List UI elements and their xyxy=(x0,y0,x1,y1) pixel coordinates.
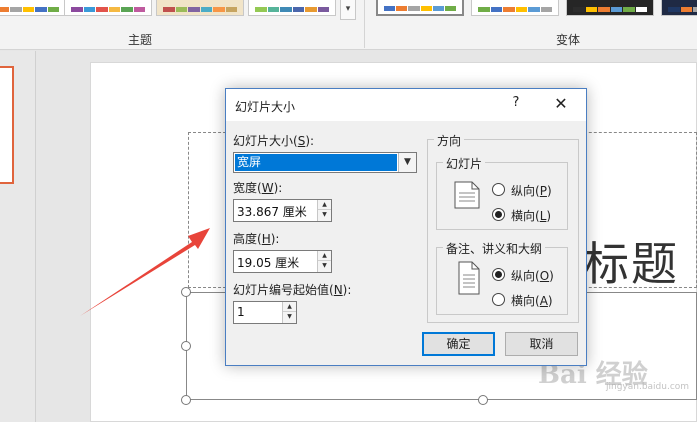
slide-size-dropdown[interactable]: 宽屏 ▼ xyxy=(233,152,417,173)
close-button[interactable]: ✕ xyxy=(551,94,571,114)
slide-size-label: 幻灯片大小(S): xyxy=(233,134,315,148)
slide-size-dialog: 幻灯片大小 ? ✕ 幻灯片大小(S): 宽屏 ▼ 宽度(W): 33.867 厘… xyxy=(225,88,587,366)
height-stepper[interactable]: 19.05 厘米 ▲ ▼ xyxy=(233,250,332,273)
slides-portrait-label: 纵向(P) xyxy=(511,184,552,198)
cancel-button[interactable]: 取消 xyxy=(505,332,578,356)
width-value: 33.867 厘米 xyxy=(237,205,307,219)
slides-landscape-radio[interactable] xyxy=(492,208,505,221)
slides-portrait-radio[interactable] xyxy=(492,183,505,196)
notes-portrait-label: 纵向(O) xyxy=(511,269,554,283)
height-spin-buttons: ▲ ▼ xyxy=(317,251,331,272)
watermark-url: jingyan.baidu.com xyxy=(606,382,690,392)
height-value: 19.05 厘米 xyxy=(237,256,300,270)
width-label: 宽度(W): xyxy=(233,181,283,195)
spin-down-icon[interactable]: ▼ xyxy=(318,261,331,271)
ok-button[interactable]: 确定 xyxy=(422,332,495,356)
notes-page-icon xyxy=(458,261,480,295)
powerpoint-window: ▾ 主题 变体 标题 Bai 经验 jingyan.baidu.com 幻灯片大… xyxy=(0,0,697,422)
portrait-page-icon xyxy=(454,181,480,209)
start-number-spin-buttons: ▲ ▼ xyxy=(282,302,296,323)
slides-legend: 幻灯片 xyxy=(443,155,486,172)
help-button[interactable]: ? xyxy=(509,95,523,110)
orientation-legend: 方向 xyxy=(434,132,465,149)
spin-up-icon[interactable]: ▲ xyxy=(283,302,296,312)
slides-orientation-group: 幻灯片 纵向(P) 横向(L) xyxy=(436,155,568,230)
start-number-label: 幻灯片编号起始值(N): xyxy=(233,283,352,297)
width-spin-buttons: ▲ ▼ xyxy=(317,200,331,221)
slide-size-value: 宽屏 xyxy=(235,154,397,171)
start-number-stepper[interactable]: 1 ▲ ▼ xyxy=(233,301,297,324)
dialog-titlebar[interactable]: 幻灯片大小 ? ✕ xyxy=(226,89,586,121)
spin-down-icon[interactable]: ▼ xyxy=(318,210,331,220)
notes-legend: 备注、讲义和大纲 xyxy=(443,240,546,257)
spin-up-icon[interactable]: ▲ xyxy=(318,200,331,210)
notes-landscape-radio[interactable] xyxy=(492,293,505,306)
slides-landscape-label: 横向(L) xyxy=(511,209,552,223)
start-number-value: 1 xyxy=(237,305,245,319)
arrow-shape xyxy=(80,228,210,316)
chevron-down-icon[interactable]: ▼ xyxy=(398,153,416,172)
width-stepper[interactable]: 33.867 厘米 ▲ ▼ xyxy=(233,199,332,222)
notes-orientation-group: 备注、讲义和大纲 纵向(O) 横向(A) xyxy=(436,240,568,315)
spin-down-icon[interactable]: ▼ xyxy=(283,312,296,322)
height-label: 高度(H): xyxy=(233,232,280,246)
spin-up-icon[interactable]: ▲ xyxy=(318,251,331,261)
notes-landscape-label: 横向(A) xyxy=(511,294,553,308)
dialog-title: 幻灯片大小 xyxy=(235,100,296,114)
notes-portrait-radio[interactable] xyxy=(492,268,505,281)
